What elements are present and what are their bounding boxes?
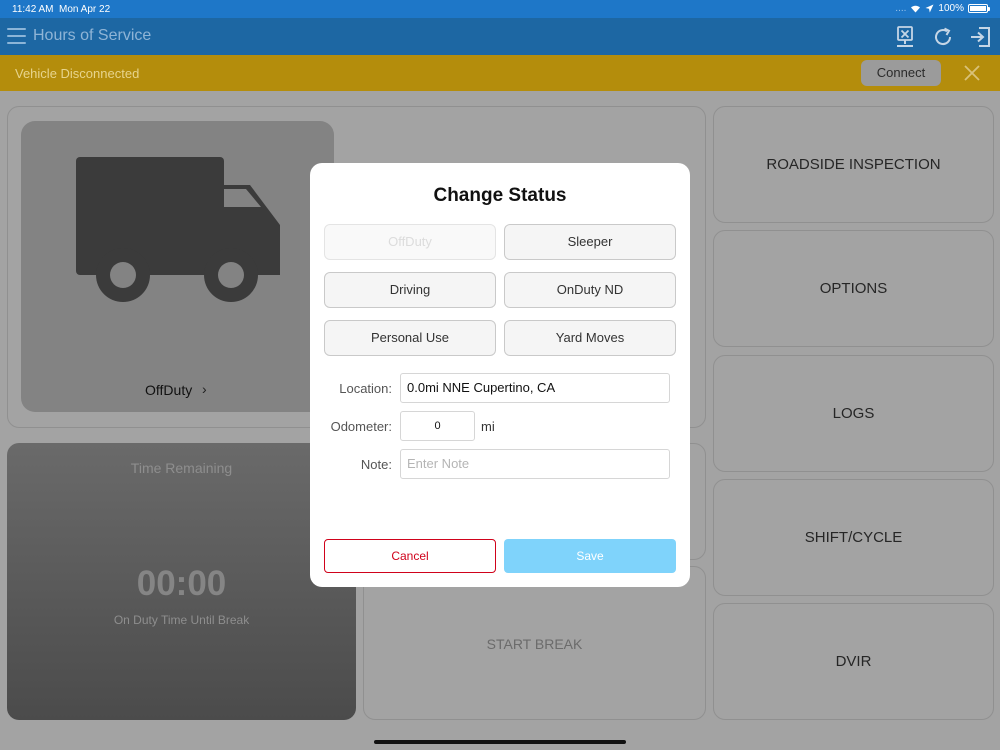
- start-break-label: START BREAK: [486, 636, 583, 652]
- odometer-field[interactable]: 0: [400, 411, 475, 441]
- time-remaining-title: Time Remaining: [130, 460, 233, 476]
- note-label: Note:: [360, 457, 392, 472]
- status-date: Mon Apr 22: [59, 4, 111, 15]
- menu-icon[interactable]: [7, 28, 26, 44]
- status-bar: 11:42 AM Mon Apr 22 .... 100%: [0, 0, 1000, 18]
- nav-bar: Hours of Service: [0, 18, 1000, 55]
- signal-dots: ....: [895, 3, 907, 14]
- status-driving-button[interactable]: Driving: [324, 272, 496, 308]
- roadside-inspection-button[interactable]: ROADSIDE INSPECTION: [713, 106, 994, 223]
- truck-icon: [76, 157, 280, 302]
- cancel-button[interactable]: Cancel: [324, 539, 496, 573]
- odometer-unit: mi: [481, 419, 495, 434]
- shift-cycle-button[interactable]: SHIFT/CYCLE: [713, 479, 994, 596]
- location-label: Location:: [339, 381, 392, 396]
- logout-icon[interactable]: [969, 26, 993, 48]
- connect-button[interactable]: Connect: [861, 60, 941, 86]
- refresh-icon[interactable]: [931, 26, 955, 48]
- battery-percent: 100%: [938, 3, 964, 14]
- status-yard-moves-button[interactable]: Yard Moves: [504, 320, 676, 356]
- chevron-right-icon: ›: [202, 381, 207, 397]
- options-button[interactable]: OPTIONS: [713, 230, 994, 347]
- status-time: 11:42 AM: [12, 4, 54, 15]
- close-icon[interactable]: [963, 64, 981, 82]
- status-right: .... 100%: [895, 3, 990, 14]
- note-field[interactable]: Enter Note: [400, 449, 670, 479]
- time-remaining-value: 00:00: [136, 564, 227, 603]
- odometer-label: Odometer:: [330, 419, 392, 434]
- modal-title: Change Status: [433, 185, 567, 206]
- vehicle-alert-banner: Vehicle Disconnected: [0, 55, 1000, 91]
- home-indicator[interactable]: [374, 740, 626, 744]
- page-title: Hours of Service: [33, 27, 152, 44]
- wifi-icon: [911, 5, 921, 13]
- logs-button[interactable]: LOGS: [713, 355, 994, 472]
- status-personal-use-button[interactable]: Personal Use: [324, 320, 496, 356]
- location-field[interactable]: 0.0mi NNE Cupertino, CA: [400, 373, 670, 403]
- save-button[interactable]: Save: [504, 539, 676, 573]
- status-onduty-nd-button[interactable]: OnDuty ND: [504, 272, 676, 308]
- location-arrow-icon: [925, 4, 934, 13]
- status-sleeper-button[interactable]: Sleeper: [504, 224, 676, 260]
- current-status-label: OffDuty: [145, 382, 193, 398]
- time-remaining-subtitle: On Duty Time Until Break: [113, 613, 250, 627]
- battery-icon: [968, 4, 990, 13]
- disconnected-device-icon[interactable]: [893, 26, 917, 48]
- dvir-button[interactable]: DVIR: [713, 603, 994, 720]
- alert-message: Vehicle Disconnected: [15, 66, 140, 81]
- change-status-modal: Change Status OffDuty Sleeper Driving On…: [310, 163, 690, 587]
- status-offduty-button: OffDuty: [324, 224, 496, 260]
